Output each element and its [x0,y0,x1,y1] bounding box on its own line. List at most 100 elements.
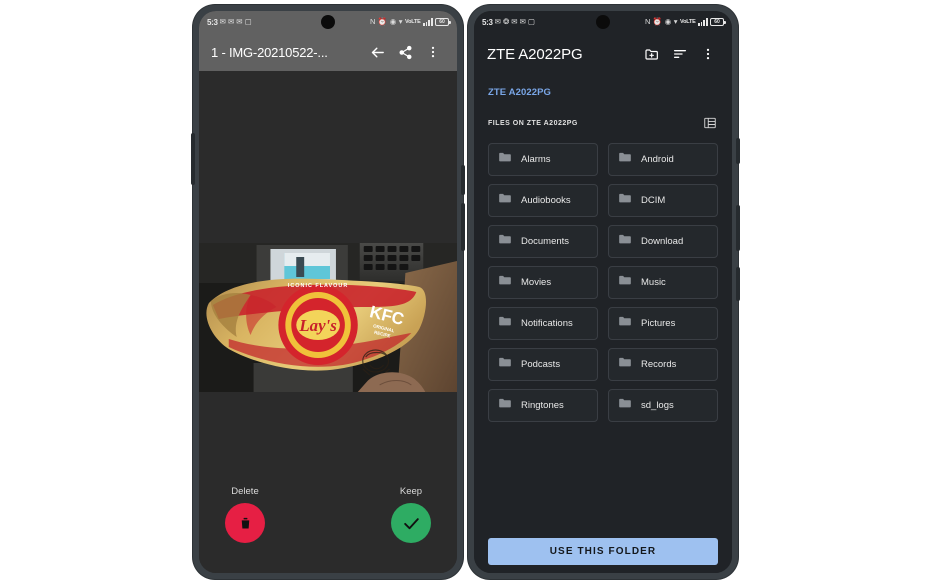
folder-label: Android [641,154,674,165]
folder-label: Pictures [641,318,676,329]
folder-grid: Alarms Android Audiobooks DCIM Documents… [474,137,732,529]
folder-item[interactable]: sd_logs [608,389,718,422]
volume-button-right-left-phone[interactable] [461,203,465,251]
right-status-bar: 5:3 ✉ ❂ ✉ ✉ ▢ N ⏰ ◉ ▾ VoLTE 60 [474,11,732,33]
wifi-icon: ▾ [673,17,678,27]
folder-icon [618,150,632,169]
folder-item[interactable]: Records [608,348,718,381]
folder-item[interactable]: Notifications [488,307,598,340]
overflow-menu-icon[interactable] [419,38,447,66]
folder-item[interactable]: Audiobooks [488,184,598,217]
folder-icon [618,355,632,374]
volume-button-left-phone[interactable] [191,133,195,185]
folder-item[interactable]: Download [608,225,718,258]
folder-icon [618,232,632,251]
delete-button[interactable] [225,503,265,543]
folder-label: Alarms [521,154,551,165]
folder-item[interactable]: DCIM [608,184,718,217]
volume-down-button-right-phone[interactable] [736,267,740,301]
folder-item[interactable]: Movies [488,266,598,299]
power-button-left-phone[interactable] [461,165,465,195]
volume-up-button-right-phone[interactable] [736,205,740,251]
keep-label: Keep [399,486,423,497]
folder-item[interactable]: Music [608,266,718,299]
svg-text:Lay's: Lay's [298,316,337,335]
signal-bars-icon [698,18,708,26]
share-icon[interactable] [391,38,419,66]
folder-icon [498,273,512,292]
delete-action[interactable]: Delete [225,486,265,543]
right-phone-screen: 5:3 ✉ ❂ ✉ ✉ ▢ N ⏰ ◉ ▾ VoLTE 60 ZTE A2022… [474,11,732,573]
files-section-header: FILES ON ZTE A2022PG [474,109,732,137]
file-picker-title: ZTE A2022PG [487,45,583,63]
folder-icon [498,191,512,210]
message-icon: ✉ [227,17,235,27]
folder-icon [618,396,632,415]
breadcrumb[interactable]: ZTE A2022PG [474,75,732,109]
sms-icon: ▢ [244,17,252,27]
folder-item[interactable]: Documents [488,225,598,258]
folder-icon [618,191,632,210]
folder-icon [498,355,512,374]
list-view-icon[interactable] [702,115,718,131]
signal-bars-icon [423,18,433,26]
volte-label: VoLTE [405,19,421,25]
alarm-icon: ⏰ [377,17,388,27]
sort-icon[interactable] [666,40,694,68]
overflow-menu-icon[interactable] [694,40,722,68]
message-icon: ✉ [219,17,226,27]
folder-icon [498,232,512,251]
keep-action[interactable]: Keep [391,486,431,543]
left-phone-frame: 5:3 ✉ ✉ ✉ ▢ N ⏰ ◉ ▾ VoLTE 60 1 - IMG-202… [191,5,465,579]
nfc-icon: N [369,17,376,27]
folder-label: Download [641,236,684,247]
folder-item[interactable]: Alarms [488,143,598,176]
front-camera-punch-hole [321,15,335,29]
folder-item[interactable]: Podcasts [488,348,598,381]
left-status-bar: 5:3 ✉ ✉ ✉ ▢ N ⏰ ◉ ▾ VoLTE 60 [199,11,457,33]
dnd-icon: ◉ [389,17,397,27]
keep-button[interactable] [391,503,431,543]
back-arrow-icon[interactable] [363,38,391,66]
delete-label: Delete [231,486,259,497]
status-bar-right-icons: N ⏰ ◉ ▾ VoLTE 60 [644,17,726,27]
status-bar-clock: 5:3 [207,17,218,27]
folder-label: Documents [521,236,570,247]
svg-text:ICONIC FLAVOUR: ICONIC FLAVOUR [288,283,348,289]
folder-label: Audiobooks [521,195,571,206]
folder-item[interactable]: Ringtones [488,389,598,422]
message-icon: ✉ [519,17,526,27]
photo-viewer[interactable]: Lay's ICONIC FLAVOUR KFC ORIGINAL RECIPE [199,243,457,392]
sms-icon: ▢ [527,17,535,27]
nfc-icon: N [644,17,651,27]
status-bar-clock: 5:3 [482,17,493,27]
dnd-icon: ◉ [664,17,672,27]
folder-item[interactable]: Android [608,143,718,176]
message-icon: ✉ [494,17,501,27]
folder-label: sd_logs [641,400,674,411]
left-phone-toolbar: 1 - IMG-20210522-... [199,33,457,71]
folder-icon [498,396,512,415]
right-phone-frame: 5:3 ✉ ❂ ✉ ✉ ▢ N ⏰ ◉ ▾ VoLTE 60 ZTE A2022… [468,5,740,579]
status-bar-left-icons: 5:3 ✉ ✉ ✉ ▢ [207,18,252,27]
photo-lays-kfc-chips: Lay's ICONIC FLAVOUR KFC ORIGINAL RECIPE [199,243,457,392]
section-title: FILES ON ZTE A2022PG [488,119,578,127]
folder-label: DCIM [641,195,666,206]
folder-icon [498,314,512,333]
folder-icon [618,273,632,292]
folder-label: Records [641,359,677,370]
front-camera-punch-hole [596,15,610,29]
file-picker-footer: USE THIS FOLDER [474,529,732,573]
photo-action-bar: Delete Keep [199,486,457,543]
message-icon: ✉ [236,17,243,27]
breadcrumb-item-root[interactable]: ZTE A2022PG [488,87,551,98]
status-bar-right-icons: N ⏰ ◉ ▾ VoLTE 60 [369,17,451,27]
folder-item[interactable]: Pictures [608,307,718,340]
create-new-folder-icon[interactable] [638,40,666,68]
wifi-icon: ▾ [398,17,403,27]
use-this-folder-button[interactable]: USE THIS FOLDER [488,537,718,565]
folder-icon [498,150,512,169]
left-phone-screen: 5:3 ✉ ✉ ✉ ▢ N ⏰ ◉ ▾ VoLTE 60 1 - IMG-202… [199,11,457,573]
power-button-right-phone[interactable] [736,138,740,164]
battery-icon: 60 [435,18,451,26]
